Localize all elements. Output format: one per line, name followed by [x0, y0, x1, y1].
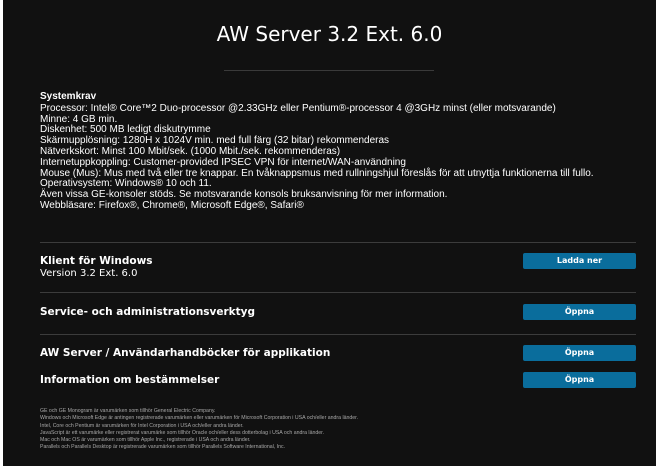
- req-processor: Processor: Intel® Core™2 Duo-processor @…: [40, 102, 556, 114]
- service-tools-title: Service- och administrationsverktyg: [40, 306, 256, 318]
- section-divider: [40, 242, 636, 243]
- section-divider: [40, 334, 636, 335]
- system-requirements: Systemkrav Processor: Intel® Core™2 Duo-…: [40, 91, 650, 212]
- system-requirements-heading: Systemkrav: [40, 91, 97, 102]
- legal-footer: GE och GE Monogram är varumärken som til…: [40, 408, 650, 452]
- req-browser: Webbläsare: Firefox®, Chrome®, Microsoft…: [40, 199, 304, 211]
- footer-line: JavaScript är ett varumärke eller regist…: [40, 429, 324, 436]
- download-button[interactable]: Ladda ner: [523, 253, 636, 269]
- windows-client-version: Version 3.2 Ext. 6.0: [40, 268, 138, 279]
- title-divider: [224, 70, 434, 71]
- footer-line: GE och GE Monogram är varumärken som til…: [40, 408, 216, 414]
- footer-line: Intel, Core och Pentium är varumärken fö…: [40, 422, 244, 429]
- user-manuals-title: AW Server / Användarhandböcker för appli…: [40, 347, 331, 359]
- page-panel: AW Server 3.2 Ext. 6.0 Systemkrav Proces…: [3, 0, 656, 466]
- windows-client-title: Klient för Windows: [40, 255, 153, 267]
- footer-line: Windows och Microsoft Edge är antingen r…: [40, 415, 359, 422]
- open-user-manuals-button[interactable]: Öppna: [523, 345, 636, 361]
- regulatory-info-title: Information om bestämmelser: [40, 374, 220, 386]
- footer-line: Parallels och Parallels Desktop är regis…: [40, 444, 286, 451]
- open-service-tools-button[interactable]: Öppna: [523, 304, 636, 320]
- section-divider: [40, 292, 636, 293]
- footer-line: Mac och Mac OS är varumärken som tillhör…: [40, 437, 251, 444]
- open-regulatory-info-button[interactable]: Öppna: [523, 372, 636, 388]
- page-title: AW Server 3.2 Ext. 6.0: [216, 22, 443, 46]
- req-internet: Internetuppkoppling: Customer-provided I…: [40, 156, 406, 168]
